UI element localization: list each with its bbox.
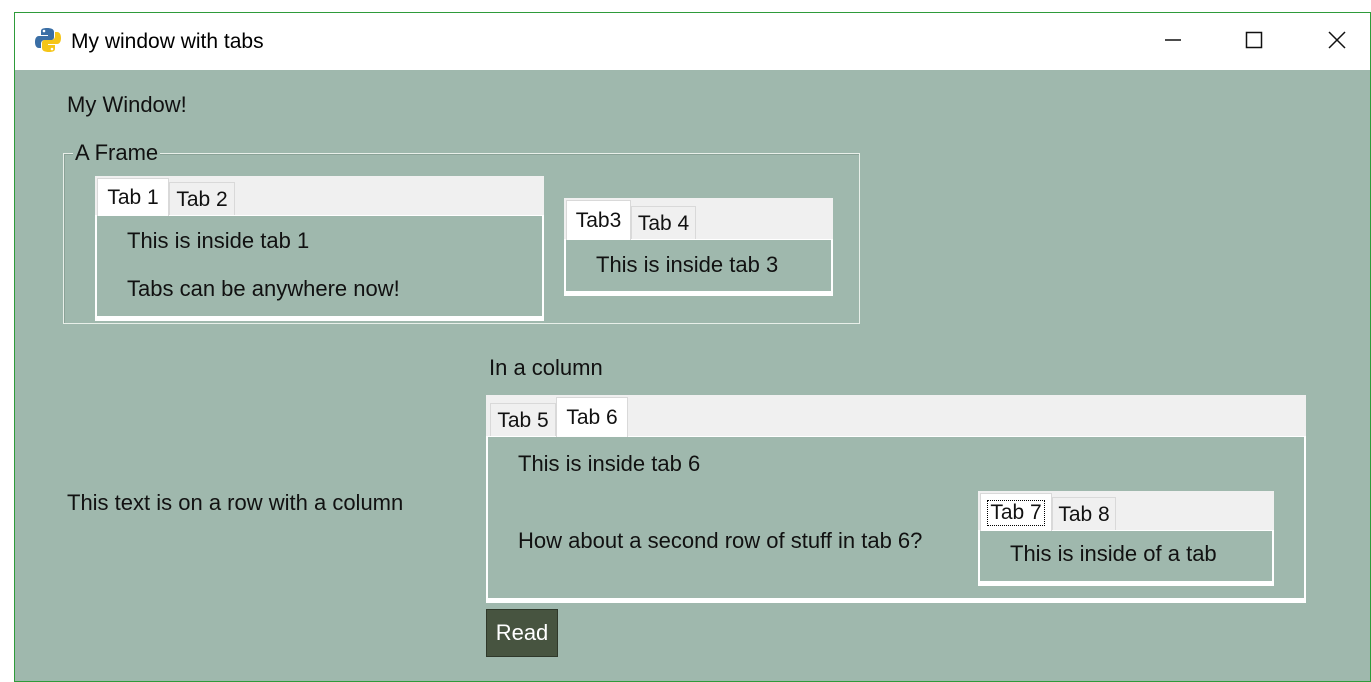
tab-3-text: This is inside tab 3 [596,252,779,277]
tabgroup-3-strip: Tab 5 Tab 6 [486,395,1306,437]
tab-6[interactable]: Tab 6 [556,397,628,437]
title-bar[interactable]: My window with tabs [15,13,1370,70]
tab-7[interactable]: Tab 7 [980,493,1052,531]
tabgroup-2: Tab3 Tab 4 This is inside tab 3 [564,198,833,296]
close-button[interactable] [1314,19,1360,61]
tab-3[interactable]: Tab3 [566,200,631,240]
tabgroup-3-body: This is inside tab 6 How about a second … [486,436,1306,603]
tab-6-text-1: This is inside tab 6 [518,451,701,476]
window-title: My window with tabs [71,30,264,53]
tab-6-text-2: How about a second row of stuff in tab 6… [518,528,923,553]
tabgroup-3: Tab 5 Tab 6 This is inside tab 6 How abo… [486,395,1306,603]
tabgroup-1-strip: Tab 1 Tab 2 [95,176,544,216]
frame-title: A Frame [73,140,161,165]
row-text: This text is on a row with a column [67,490,404,515]
tab-1-text-2: Tabs can be anywhere now! [127,276,400,301]
window-content: My Window! A Frame Tab 1 Tab 2 This is i… [15,70,1370,681]
app-window: My window with tabs My Window! A Frame T… [14,12,1371,682]
tabgroup-1: Tab 1 Tab 2 This is inside tab 1 Tabs ca… [95,176,544,321]
tabgroup-2-strip: Tab3 Tab 4 [564,198,833,240]
tab-8[interactable]: Tab 8 [1052,497,1116,531]
window-heading: My Window! [67,92,187,117]
maximize-icon [1245,31,1263,49]
tab-1[interactable]: Tab 1 [97,178,169,216]
tab-5[interactable]: Tab 5 [490,403,556,437]
tab-4[interactable]: Tab 4 [631,206,696,240]
tab-1-text-1: This is inside tab 1 [127,228,310,253]
minimize-icon [1165,39,1181,41]
maximize-button[interactable] [1231,19,1277,61]
read-button[interactable]: Read [486,609,558,657]
python-logo-icon [35,28,61,52]
tab-7-label: Tab 7 [987,499,1045,526]
tab-2[interactable]: Tab 2 [169,182,235,216]
tabgroup-4: Tab 7 Tab 8 This is inside of a tab [978,491,1274,586]
tabgroup-4-body: This is inside of a tab [978,530,1274,586]
tabgroup-2-body: This is inside tab 3 [564,239,833,296]
tab-7-text: This is inside of a tab [1010,541,1217,566]
column-label: In a column [489,355,603,380]
tabgroup-1-body: This is inside tab 1 Tabs can be anywher… [95,215,544,321]
tabgroup-4-strip: Tab 7 Tab 8 [978,491,1274,531]
close-icon [1328,31,1346,49]
minimize-button[interactable] [1150,19,1196,61]
